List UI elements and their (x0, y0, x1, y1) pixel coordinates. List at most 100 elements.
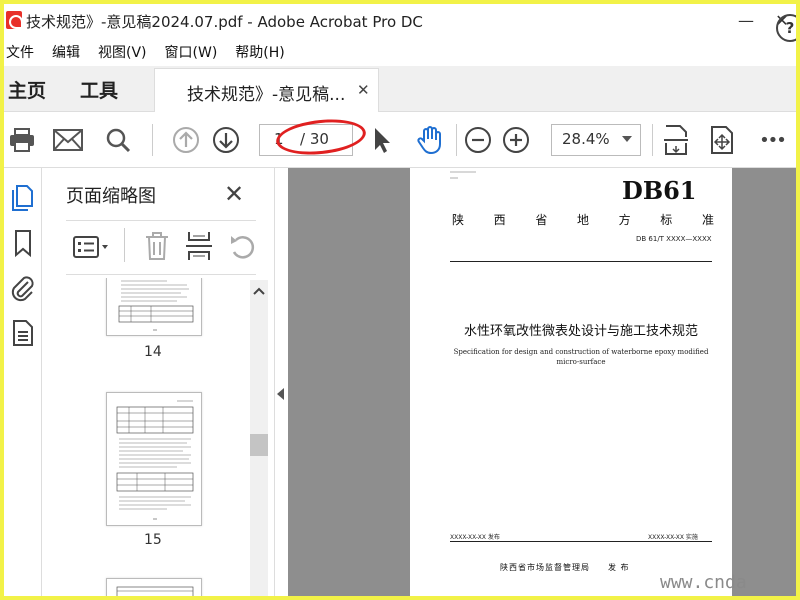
toolbar-separator (652, 124, 653, 156)
document-page: DB61 陕 西 省 地 方 标 准 DB 61/T XXXX—XXXX 水性环… (410, 168, 732, 596)
window-title: 技术规范》-意见稿2024.07.pdf - Adobe Acrobat Pro… (26, 13, 423, 31)
page-thumbnail-image (116, 400, 194, 520)
toolbar-separator (456, 124, 457, 156)
acrobat-app-icon (6, 11, 23, 29)
close-panel-icon[interactable]: ✕ (224, 180, 244, 208)
category-char: 准 (701, 213, 714, 227)
chevron-down-icon (622, 136, 632, 142)
zoom-out-button[interactable] (460, 122, 496, 158)
tab-home[interactable]: 主页 (8, 76, 46, 103)
page-rule (450, 541, 712, 542)
print-button[interactable] (4, 122, 40, 158)
page-move-icon (711, 126, 733, 154)
page-thumbnails-button[interactable] (8, 182, 38, 212)
rotate-icon (231, 236, 255, 259)
thumbnail-page[interactable] (106, 578, 202, 596)
attachments-button[interactable] (8, 272, 38, 302)
page-thumbnail-image (118, 280, 194, 331)
search-button[interactable] (100, 122, 136, 158)
menu-bar: 文件 编辑 视图(V) 窗口(W) 帮助(H) (4, 38, 301, 64)
title-en-line: Specification for design and constructio… (453, 348, 709, 356)
scroll-up-icon (253, 287, 265, 295)
issuing-authority: 陕西省市场监督管理局 发 布 (500, 563, 630, 572)
menu-edit[interactable]: 编辑 (50, 38, 88, 64)
delete-page-button[interactable] (142, 230, 172, 262)
print-icon (10, 128, 34, 152)
menu-window[interactable]: 窗口(W) (163, 38, 226, 64)
category-char: 标 (660, 213, 673, 227)
app-window: 技术规范》-意见稿2024.07.pdf - Adobe Acrobat Pro… (4, 4, 796, 596)
title-bar: 技术规范》-意见稿2024.07.pdf - Adobe Acrobat Pro… (4, 4, 796, 36)
category-char: 省 (535, 213, 548, 227)
zoom-level: 28.4% (562, 130, 610, 148)
next-page-button[interactable] (208, 122, 244, 158)
standard-code: DB61 (622, 176, 697, 205)
panel-divider (66, 274, 256, 275)
hand-icon (417, 126, 441, 155)
bookmark-icon (15, 230, 31, 258)
scroll-mode-button[interactable] (704, 122, 740, 158)
close-tab-icon[interactable]: ✕ (357, 81, 370, 99)
thumbnail-panel: 页面缩略图 ✕ 14 15 (42, 168, 274, 596)
fit-page-icon (664, 125, 688, 155)
panel-separator (124, 228, 125, 262)
search-icon (106, 128, 131, 153)
standard-number: DB 61/T XXXX—XXXX (636, 235, 712, 243)
menu-view[interactable]: 视图(V) (96, 38, 155, 64)
thumbnail-options-button[interactable] (72, 232, 112, 262)
scrollbar-thumb[interactable] (250, 434, 268, 456)
arrow-up-circle-icon (173, 127, 199, 153)
select-tool-button[interactable] (364, 122, 400, 158)
thumbnail-page-number: 14 (144, 344, 162, 360)
hand-tool-button[interactable] (412, 122, 448, 158)
thumbnail-page[interactable] (106, 392, 202, 526)
minimize-button[interactable]: — (724, 4, 768, 36)
tab-bar: 主页 工具 技术规范》-意见稿... ✕ (4, 66, 796, 112)
category-char: 陕 (452, 213, 465, 227)
menu-file[interactable]: 文件 (4, 38, 42, 64)
tab-document[interactable]: 技术规范》-意见稿... ✕ (154, 68, 379, 112)
thumbnail-list: 14 15 (66, 278, 244, 596)
document-icon (13, 320, 33, 346)
help-button[interactable]: ? (776, 14, 796, 42)
panel-collapse-strip[interactable] (274, 168, 288, 596)
toolbar-separator (152, 124, 153, 156)
previous-page-button[interactable] (168, 122, 204, 158)
thumbnail-page[interactable] (106, 278, 202, 336)
more-tools-button[interactable]: ••• (754, 122, 790, 158)
panel-title: 页面缩略图 (66, 186, 156, 207)
standard-category: 陕 西 省 地 方 标 准 (452, 211, 714, 228)
document-properties-button[interactable] (8, 318, 38, 348)
zoom-out-icon (465, 127, 491, 153)
document-tab-label: 技术规范》-意见稿... (187, 85, 346, 105)
list-options-icon (73, 236, 108, 258)
page-rule (450, 261, 712, 262)
cursor-arrow-icon (375, 128, 390, 153)
category-char: 地 (576, 213, 589, 227)
watermark-text: www.cnda (660, 572, 747, 593)
zoom-in-button[interactable] (498, 122, 534, 158)
rotate-page-button[interactable] (228, 230, 258, 262)
arrow-down-circle-icon (213, 127, 239, 153)
issue-date: XXXX-XX-XX 发布 (450, 534, 500, 541)
trash-icon (146, 232, 168, 260)
menu-help[interactable]: 帮助(H) (233, 38, 292, 64)
paperclip-icon (11, 276, 34, 302)
document-title-cn: 水性环氧改性微表处设计与施工技术规范 (463, 324, 698, 339)
insert-page-button[interactable] (184, 230, 214, 262)
email-button[interactable] (50, 122, 86, 158)
title-en-line: micro-surface (556, 358, 606, 366)
page-thumbnails-icon (12, 185, 33, 211)
page-thumbnail-image (116, 586, 194, 596)
page-header-marks (450, 171, 476, 179)
document-title-en: Specification for design and constructio… (450, 347, 712, 367)
zoom-in-icon (503, 127, 529, 153)
panel-divider (66, 220, 256, 221)
tab-tools[interactable]: 工具 (80, 76, 118, 103)
navigation-rail (4, 168, 42, 596)
fit-page-button[interactable] (658, 122, 694, 158)
bookmarks-button[interactable] (8, 228, 38, 258)
insert-page-icon (186, 232, 212, 260)
collapse-panel-icon[interactable] (277, 388, 284, 400)
envelope-icon (53, 129, 83, 151)
